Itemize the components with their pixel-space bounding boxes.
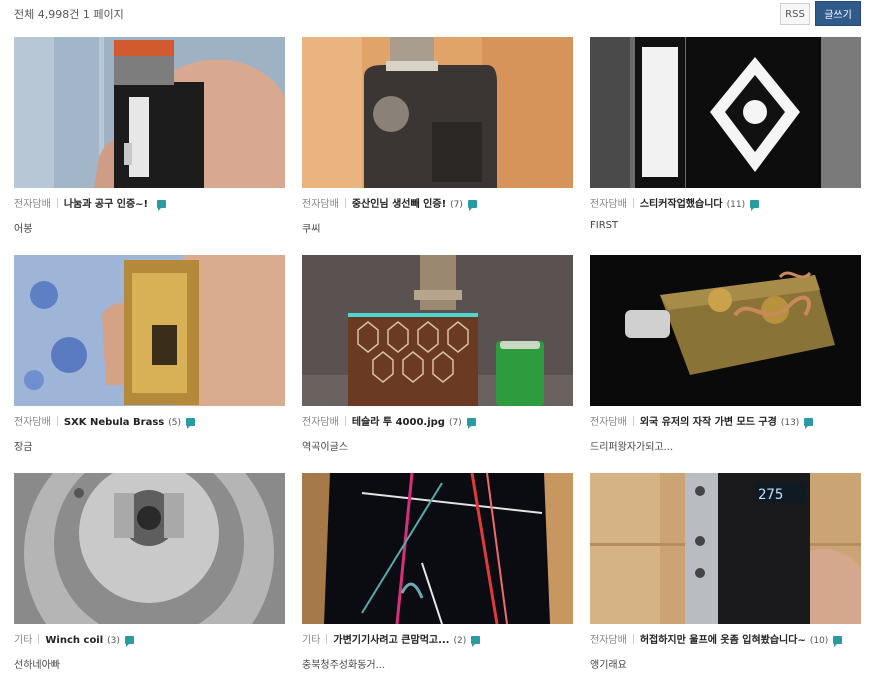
post-thumbnail[interactable] xyxy=(302,37,573,188)
gallery-card[interactable]: 전자담배 SXK Nebula Brass (5) 장금 xyxy=(14,255,285,453)
gallery-card[interactable]: 전자담배 중산인님 생선빼 인증! (7) 쿠씨 xyxy=(302,37,573,235)
post-category[interactable]: 전자담배 xyxy=(590,635,627,646)
divider xyxy=(56,416,58,426)
gallery-card[interactable]: 기타 Winch coil (3) 선하네아빠 xyxy=(14,473,285,671)
post-author[interactable]: FIRST xyxy=(590,220,861,231)
gallery-card[interactable]: 기타 가변기기사려고 큰맘먹고... (2) 충북청주성화동거... xyxy=(302,473,573,671)
post-category[interactable]: 기타 xyxy=(14,635,32,646)
post-title[interactable]: 허접하지만 울프에 옷좀 입혀봤습니다~ xyxy=(640,635,806,646)
post-author[interactable]: 장금 xyxy=(14,438,285,453)
post-author[interactable]: 역곡이글스 xyxy=(302,438,573,453)
comment-icon xyxy=(186,418,195,429)
comment-count: (7) xyxy=(448,418,462,428)
comment-icon xyxy=(467,200,477,211)
rss-button[interactable]: RSS xyxy=(780,3,810,25)
divider xyxy=(632,634,634,644)
comment-count: (11) xyxy=(726,200,746,210)
write-button[interactable]: 글쓰기 xyxy=(815,1,861,26)
divider xyxy=(38,634,40,644)
post-author[interactable]: 충북청주성화동거... xyxy=(302,656,573,671)
comment-count: (10) xyxy=(809,636,829,646)
post-thumbnail[interactable] xyxy=(14,37,285,188)
post-title[interactable]: 나눔과 공구 인증~! xyxy=(64,199,148,210)
post-category[interactable]: 전자담배 xyxy=(590,199,627,210)
comment-icon xyxy=(833,636,843,647)
post-author[interactable]: 앵기래요 xyxy=(590,656,861,671)
post-title[interactable]: 스티커작업했습니다 xyxy=(640,199,723,210)
post-thumbnail[interactable] xyxy=(14,473,285,624)
gallery-card[interactable]: 전자담배 나눔과 공구 인증~! 어봉 xyxy=(14,37,285,235)
comment-count: (7) xyxy=(450,200,463,210)
post-thumbnail[interactable] xyxy=(590,255,861,406)
gallery-card[interactable]: 전자담배 외국 유저의 자작 가변 모드 구경 (13) 드리퍼왕자가되고... xyxy=(590,255,861,453)
comment-count: (13) xyxy=(780,418,800,428)
gallery-card[interactable]: 275 전자담배 허접하지만 울프에 옷좀 입혀봤습니다~ (10) 앵기래요 xyxy=(590,473,861,671)
comment-icon xyxy=(804,418,814,429)
divider xyxy=(632,198,634,208)
post-category[interactable]: 전자담배 xyxy=(302,417,339,428)
post-thumbnail[interactable]: 275 xyxy=(590,473,861,624)
post-category[interactable]: 전자담배 xyxy=(590,417,627,428)
gallery-card[interactable]: 전자담배 테슬라 투 4000.jpg (7) 역곡이글스 xyxy=(302,255,573,453)
gallery-card[interactable]: 전자담배 스티커작업했습니다 (11) FIRST xyxy=(590,37,861,231)
post-author[interactable]: 어봉 xyxy=(14,220,285,235)
post-author[interactable]: 드리퍼왕자가되고... xyxy=(590,438,861,453)
post-thumbnail[interactable] xyxy=(302,473,573,624)
display-reading: 275 xyxy=(758,487,783,503)
comment-icon xyxy=(157,200,167,211)
post-thumbnail[interactable] xyxy=(14,255,285,406)
divider xyxy=(344,416,346,426)
post-category[interactable]: 전자담배 xyxy=(14,199,51,210)
post-title[interactable]: 외국 유저의 자작 가변 모드 구경 xyxy=(640,417,777,428)
divider xyxy=(344,198,346,208)
post-title[interactable]: SXK Nebula Brass xyxy=(64,417,164,428)
comment-icon xyxy=(466,418,476,429)
post-category[interactable]: 전자담배 xyxy=(14,417,51,428)
post-author[interactable]: 선하네아빠 xyxy=(14,656,285,671)
post-category[interactable]: 기타 xyxy=(302,635,320,646)
divider xyxy=(326,634,328,644)
comment-count: (2) xyxy=(453,636,467,646)
divider xyxy=(632,416,634,426)
list-summary: 전체 4,998건 1 페이지 xyxy=(14,8,124,21)
comment-icon xyxy=(124,636,134,647)
post-title[interactable]: 가변기기사려고 큰맘먹고... xyxy=(333,635,449,646)
post-title[interactable]: 테슬라 투 4000.jpg xyxy=(352,417,445,428)
comment-icon xyxy=(750,200,760,211)
post-author[interactable]: 쿠씨 xyxy=(302,220,573,235)
post-thumbnail[interactable] xyxy=(590,37,861,188)
comment-count: (3) xyxy=(107,636,120,646)
post-thumbnail[interactable] xyxy=(302,255,573,406)
post-category[interactable]: 전자담배 xyxy=(302,199,339,210)
post-title[interactable]: 중산인님 생선빼 인증! xyxy=(352,199,446,210)
comment-icon xyxy=(471,636,481,647)
comment-count: (5) xyxy=(168,418,181,428)
post-title[interactable]: Winch coil xyxy=(45,635,103,646)
divider xyxy=(56,198,58,208)
